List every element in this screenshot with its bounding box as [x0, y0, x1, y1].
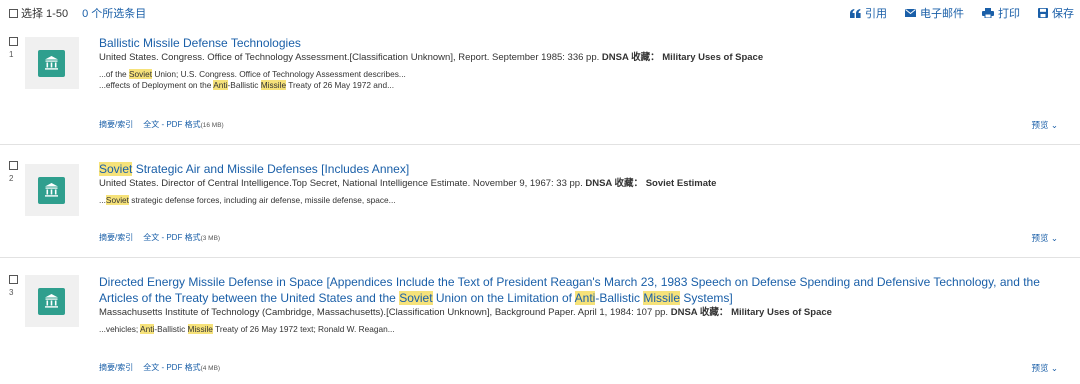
text-fragment: Systems] — [680, 291, 733, 305]
cite-label: 引用 — [865, 8, 887, 20]
result-links: 摘要/索引 全文 - PDF 格式(16 MB) — [99, 119, 224, 130]
chevron-down-icon: ⌄ — [1050, 120, 1058, 130]
government-building-icon — [38, 177, 65, 204]
result-meta: United States. Congress. Office of Techn… — [99, 52, 764, 63]
text-fragment: Treaty of 26 May 1972 text; Ronald W. Re… — [212, 324, 395, 334]
result-snippet: ...of the Soviet Union; U.S. Congress. O… — [99, 69, 1068, 80]
search-term-highlight: Anti — [213, 80, 228, 90]
preview-toggle[interactable]: 预览 ⌄ — [1031, 119, 1058, 131]
selected-count-link[interactable]: 0 个所选条目 — [82, 5, 146, 21]
result-body: Directed Energy Missile Defense in Space… — [99, 274, 1068, 335]
floppy-disk-icon — [1038, 8, 1048, 18]
cite-button[interactable]: 引用 — [850, 5, 887, 21]
chevron-down-icon: ⌄ — [1050, 363, 1058, 373]
collection-name: Military Uses of Space — [662, 52, 764, 63]
text-fragment: ... — [99, 195, 106, 205]
quote-icon — [850, 8, 861, 18]
fulltext-pdf-link[interactable]: 全文 - PDF 格式(3 MB) — [143, 232, 220, 243]
document-thumbnail[interactable] — [25, 37, 79, 89]
result-item: 2 Soviet Strategic Air and Missile Defen… — [0, 161, 1080, 244]
divider — [0, 257, 1080, 258]
collection-name: Military Uses of Space — [731, 307, 832, 318]
result-title[interactable]: Soviet Strategic Air and Missile Defense… — [99, 161, 1068, 177]
result-snippet: ...effects of Deployment on the Anti-Bal… — [99, 80, 1068, 91]
document-thumbnail[interactable] — [25, 164, 79, 216]
text-fragment: -Ballistic — [154, 324, 188, 334]
select-all-checkbox[interactable] — [9, 8, 18, 18]
result-meta: United States. Director of Central Intel… — [99, 178, 717, 189]
text-fragment: -Ballistic — [595, 291, 644, 305]
search-term-highlight: Soviet — [128, 69, 153, 79]
text-fragment: Union; U.S. Congress. Office of Technolo… — [152, 69, 406, 79]
text-fragment: ...of the — [99, 69, 129, 79]
result-item: 1 Ballistic Missile Defense Technologies… — [0, 35, 1080, 137]
text-fragment: ...vehicles; — [99, 324, 141, 334]
search-term-highlight: Soviet — [99, 162, 133, 176]
search-term-highlight: Missile — [260, 80, 287, 90]
divider — [0, 144, 1080, 145]
result-title[interactable]: Directed Energy Missile Defense in Space… — [99, 274, 1068, 306]
search-term-highlight: Soviet — [105, 195, 129, 205]
government-building-icon — [38, 288, 65, 315]
search-term-highlight: Soviet — [399, 291, 433, 305]
abstract-index-link[interactable]: 摘要/索引 — [99, 232, 133, 243]
printer-icon — [982, 8, 994, 18]
fulltext-pdf-link[interactable]: 全文 - PDF 格式(16 MB) — [143, 119, 223, 130]
text-fragment: Ballistic Missile Defense Technologies — [99, 36, 301, 50]
result-number: 1 — [9, 50, 14, 59]
toolbar-actions: 引用 电子邮件 打印 保存 — [850, 5, 1074, 21]
search-term-highlight: Missile — [187, 324, 213, 334]
search-term-highlight: Missile — [643, 291, 681, 305]
result-snippet: ...vehicles; Anti-Ballistic Missile Trea… — [99, 324, 1068, 335]
result-number: 2 — [9, 174, 14, 183]
abstract-index-link[interactable]: 摘要/索引 — [99, 362, 133, 373]
email-button[interactable]: 电子邮件 — [905, 5, 964, 21]
result-meta: Massachusetts Institute of Technology (C… — [99, 307, 832, 318]
print-label: 打印 — [998, 8, 1020, 20]
text-fragment: -Ballistic — [227, 80, 261, 90]
text-fragment: strategic defense forces, including air … — [128, 195, 396, 205]
envelope-icon — [905, 9, 916, 17]
print-button[interactable]: 打印 — [982, 5, 1020, 21]
text-fragment: Union on the Limitation of — [432, 291, 575, 305]
save-button[interactable]: 保存 — [1038, 5, 1074, 21]
result-links: 摘要/索引 全文 - PDF 格式(4 MB) — [99, 362, 220, 373]
result-snippet: ...Soviet strategic defense forces, incl… — [99, 195, 1068, 206]
results-toolbar: 选择 1-50 0 个所选条目 引用 电子邮件 打印 保存 — [0, 0, 1080, 24]
collection-name: Soviet Estimate — [645, 178, 717, 189]
text-fragment: Treaty of 26 May 1972 and... — [286, 80, 395, 90]
result-title[interactable]: Ballistic Missile Defense Technologies — [99, 35, 1068, 51]
file-size: (4 MB) — [200, 365, 221, 372]
government-building-icon — [38, 50, 65, 77]
result-number: 3 — [9, 288, 14, 297]
result-checkbox[interactable] — [9, 37, 18, 46]
select-all[interactable]: 选择 1-50 0 个所选条目 — [9, 5, 146, 21]
save-label: 保存 — [1052, 8, 1074, 20]
file-size: (3 MB) — [200, 235, 221, 242]
email-label: 电子邮件 — [920, 8, 964, 20]
preview-toggle[interactable]: 预览 ⌄ — [1031, 232, 1058, 244]
abstract-index-link[interactable]: 摘要/索引 — [99, 119, 133, 130]
text-fragment: Strategic Air and Missile Defenses [Incl… — [132, 162, 410, 176]
select-range-label: 选择 1-50 — [21, 8, 69, 20]
result-body: Ballistic Missile Defense Technologies U… — [99, 35, 1068, 91]
chevron-down-icon: ⌄ — [1050, 233, 1058, 243]
fulltext-pdf-link[interactable]: 全文 - PDF 格式(4 MB) — [143, 362, 220, 373]
result-checkbox[interactable] — [9, 275, 18, 284]
search-term-highlight: Anti — [574, 291, 596, 305]
result-item: 3 Directed Energy Missile Defense in Spa… — [0, 275, 1080, 375]
result-links: 摘要/索引 全文 - PDF 格式(3 MB) — [99, 232, 220, 243]
search-term-highlight: Anti — [140, 324, 155, 334]
text-fragment: ...effects of Deployment on the — [99, 80, 214, 90]
file-size: (16 MB) — [200, 122, 224, 129]
result-body: Soviet Strategic Air and Missile Defense… — [99, 161, 1068, 206]
preview-toggle[interactable]: 预览 ⌄ — [1031, 362, 1058, 374]
document-thumbnail[interactable] — [25, 275, 79, 327]
result-checkbox[interactable] — [9, 161, 18, 170]
